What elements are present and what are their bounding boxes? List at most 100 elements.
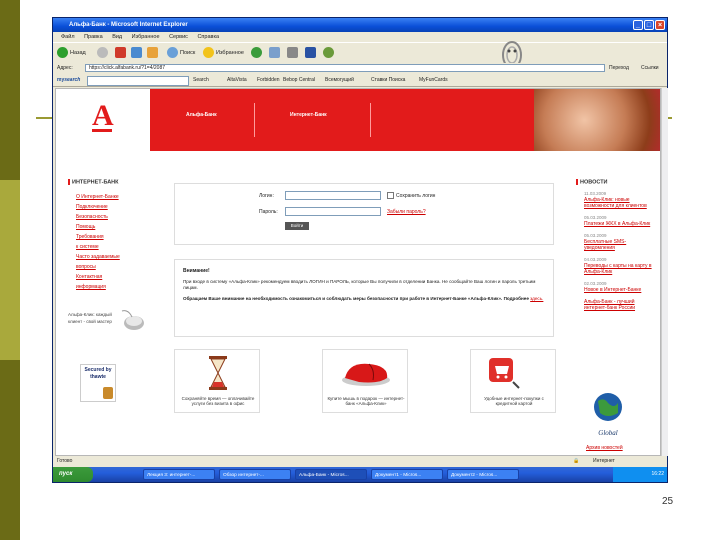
back-arrow-icon bbox=[57, 47, 68, 59]
start-button[interactable]: пуск bbox=[53, 467, 93, 482]
page-scrollbar[interactable] bbox=[661, 88, 668, 456]
search-button[interactable]: Поиск bbox=[167, 47, 195, 59]
print-button[interactable] bbox=[287, 47, 300, 59]
login-input[interactable] bbox=[285, 191, 381, 200]
menu-favorites[interactable]: Избранное bbox=[132, 34, 160, 40]
secured-by-thawte-badge[interactable]: Secured by thawte bbox=[80, 364, 116, 402]
home-button[interactable] bbox=[147, 47, 160, 59]
svg-text:Global: Global bbox=[598, 429, 618, 437]
news-item[interactable]: Новое в Интернет-Банке bbox=[584, 287, 654, 293]
slide-page-number: 25 bbox=[662, 496, 674, 507]
minimize-button[interactable]: _ bbox=[633, 20, 643, 30]
maximize-button[interactable]: □ bbox=[644, 20, 654, 30]
status-zone: Интернет bbox=[593, 458, 615, 464]
taskbar-item[interactable]: Документ2 - Micros... bbox=[447, 469, 519, 480]
promo-card-3-caption: Удобные интернет-покупки с кредитной кар… bbox=[484, 396, 544, 406]
messenger-button[interactable] bbox=[323, 47, 336, 59]
notice-title: Внимание! bbox=[183, 268, 210, 274]
sidebar-title: ИНТЕРНЕТ-БАНК bbox=[68, 179, 119, 186]
link-bebop[interactable]: Bebop Central bbox=[283, 74, 315, 86]
history-button[interactable] bbox=[251, 47, 264, 59]
sidebar-item-contacts-2[interactable]: информация bbox=[76, 282, 120, 292]
link-vsemogushiy[interactable]: Всемогущий bbox=[325, 74, 354, 86]
award-link[interactable]: Альфа-Банк - лучший интернет-банк России bbox=[584, 299, 654, 311]
menu-file[interactable]: Файл bbox=[61, 34, 75, 40]
news-item[interactable]: Альфа-Клик: новые возможности для клиент… bbox=[584, 197, 654, 209]
home-icon bbox=[147, 47, 158, 59]
alfa-logo[interactable]: A bbox=[92, 99, 114, 132]
header-tab-internetbank[interactable]: Интернет-Банк bbox=[290, 112, 327, 118]
sidebar-item-requirements-2[interactable]: к системе bbox=[76, 242, 120, 252]
mail-button[interactable] bbox=[269, 47, 282, 59]
messenger-icon bbox=[323, 47, 334, 59]
promo-card-3[interactable]: Удобные интернет-покупки с кредитной кар… bbox=[470, 349, 556, 413]
slide-side-bar bbox=[0, 0, 20, 540]
forgot-password-link[interactable]: Забыли пароль? bbox=[387, 209, 426, 215]
menu-tools[interactable]: Сервис bbox=[169, 34, 188, 40]
sidebar-item-about[interactable]: О Интернет-Банке bbox=[76, 192, 120, 202]
news-title: НОВОСТИ bbox=[576, 179, 608, 186]
link-search[interactable]: Search bbox=[193, 74, 209, 86]
news-list: 11.03.2009 Альфа-Клик: новые возможности… bbox=[584, 191, 654, 311]
promo-card-1-caption: Сохраняйте время — оплачивайте услуги бе… bbox=[181, 396, 255, 406]
news-item[interactable]: Платежи ЖКХ в Альфа-Клик bbox=[584, 221, 654, 227]
system-tray: 16:22 bbox=[613, 467, 667, 482]
news-item[interactable]: Бесплатные SMS-уведомления bbox=[584, 239, 654, 251]
notice-link[interactable]: здесь. bbox=[530, 296, 543, 301]
login-button[interactable]: Войти bbox=[285, 222, 309, 230]
menu-help[interactable]: Справка bbox=[197, 34, 219, 40]
window-title: Альфа-Банк - Microsoft Internet Explorer bbox=[69, 22, 188, 28]
taskbar: пуск Лекция 3: интернет-... Обзор интерн… bbox=[53, 467, 667, 482]
sidebar-item-requirements[interactable]: Требования bbox=[76, 232, 120, 242]
link-myfuncards[interactable]: MyFunCards bbox=[419, 74, 448, 86]
taskbar-item[interactable]: Документ1 - Micros... bbox=[371, 469, 443, 480]
edit-button[interactable] bbox=[305, 47, 318, 59]
sidebar-item-help[interactable]: Помощь bbox=[76, 222, 120, 232]
shopping-cart-icon bbox=[487, 356, 521, 390]
link-stavki[interactable]: Ставки Поиска bbox=[371, 74, 405, 86]
link-altavista[interactable]: AltaVista bbox=[227, 74, 247, 86]
promo-card-2[interactable]: Купите мышь в подарок — интернет-банк «А… bbox=[322, 349, 408, 413]
address-input[interactable]: https://click.alfabank.ru/?1=4/2087 bbox=[85, 64, 605, 72]
taskbar-item[interactable]: Обзор интернет-... bbox=[219, 469, 291, 480]
news-archive-link[interactable]: Архив новостей bbox=[586, 445, 623, 451]
news-item[interactable]: Переводы с карты на карту в Альфа-Клик bbox=[584, 263, 654, 275]
notice-text-1: При входе в систему «Альфа-Клик» рекомен… bbox=[183, 279, 536, 290]
go-button[interactable]: Переход bbox=[609, 63, 629, 73]
header-tab-alfabank[interactable]: Альфа-Банк bbox=[186, 112, 217, 118]
menu-view[interactable]: Вид bbox=[112, 34, 122, 40]
header-divider bbox=[254, 103, 255, 137]
links-label[interactable]: Ссылки bbox=[641, 63, 659, 73]
menu-edit[interactable]: Правка bbox=[84, 34, 103, 40]
clock[interactable]: 16:22 bbox=[651, 471, 664, 477]
mouse-promo-image[interactable] bbox=[118, 307, 146, 333]
refresh-button[interactable] bbox=[131, 47, 144, 59]
sidebar-item-security[interactable]: Безопасность bbox=[76, 212, 120, 222]
sidebar-item-contacts[interactable]: Контактная bbox=[76, 272, 120, 282]
address-bar: Адрес: https://click.alfabank.ru/?1=4/20… bbox=[53, 63, 667, 73]
favorites-button[interactable]: Избранное bbox=[203, 47, 244, 59]
password-input[interactable] bbox=[285, 207, 381, 216]
search-icon bbox=[167, 47, 178, 59]
forward-button[interactable] bbox=[97, 47, 110, 59]
sidebar-item-faq[interactable]: Часто задаваемые bbox=[76, 252, 120, 262]
taskbar-item[interactable]: Лекция 3: интернет-... bbox=[143, 469, 215, 480]
password-label: Пароль: bbox=[259, 209, 278, 215]
login-label: Логин: bbox=[259, 193, 274, 199]
remember-login[interactable]: Сохранить логин bbox=[387, 192, 435, 199]
stop-button[interactable] bbox=[115, 47, 128, 59]
promo-card-1[interactable]: Сохраняйте время — оплачивайте услуги бе… bbox=[174, 349, 260, 413]
back-button[interactable]: Назад bbox=[57, 47, 86, 59]
taskbar-item-active[interactable]: Альфа-Банк - Micros... bbox=[295, 469, 367, 480]
status-text: Готово bbox=[57, 458, 73, 464]
sidebar-item-connect[interactable]: Подключение bbox=[76, 202, 120, 212]
hourglass-icon bbox=[207, 356, 229, 390]
link-forbidden[interactable]: Forbidden bbox=[257, 74, 280, 86]
sidebar-item-faq-2[interactable]: вопросы bbox=[76, 262, 120, 272]
toolbar-search-input[interactable] bbox=[87, 76, 189, 86]
remember-checkbox[interactable] bbox=[387, 192, 394, 199]
award-globe-icon[interactable]: Global bbox=[588, 389, 628, 441]
notice-text-2: Обращаем Ваше внимание на необходимость … bbox=[183, 296, 544, 301]
edit-icon bbox=[305, 47, 316, 59]
close-button[interactable]: × bbox=[655, 20, 665, 30]
